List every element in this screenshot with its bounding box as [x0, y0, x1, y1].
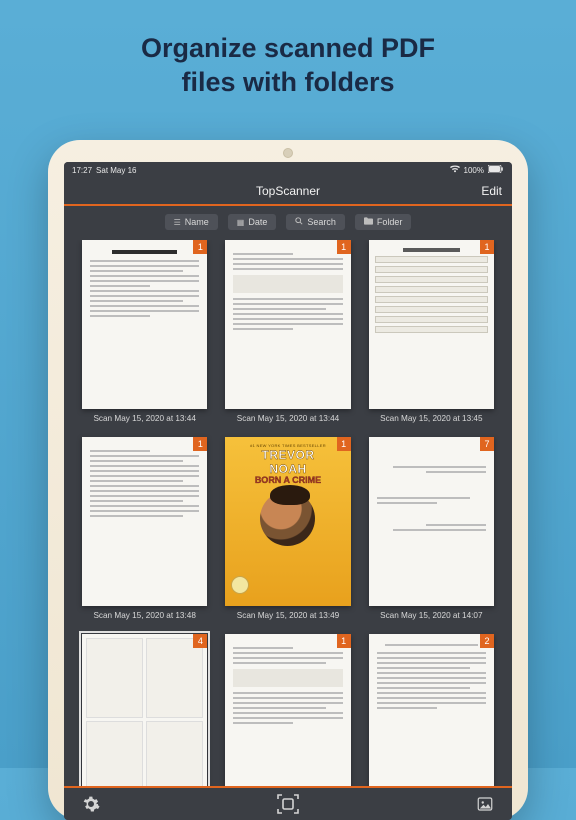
document-item[interactable]: 1 Scan May 15, 2020 at 14:07	[225, 634, 350, 786]
page-count-badge: 1	[337, 634, 351, 648]
page-count-badge: 7	[480, 437, 494, 451]
gear-icon	[82, 795, 100, 813]
page-count-badge: 1	[193, 437, 207, 451]
document-thumbnail: 7	[369, 437, 494, 606]
page-count-badge: 1	[337, 437, 351, 451]
document-thumbnail: 1	[369, 240, 494, 409]
document-thumbnail: #1 NEW YORK TIMES BESTSELLER TREVOR NOAH…	[225, 437, 350, 606]
book-portrait	[260, 491, 315, 546]
document-item[interactable]: #1 NEW YORK TIMES BESTSELLER TREVOR NOAH…	[225, 437, 350, 620]
scan-icon	[275, 791, 301, 817]
document-caption: Scan May 15, 2020 at 14:07	[380, 611, 482, 620]
settings-button[interactable]	[82, 795, 100, 813]
status-bar: 17:27 Sat May 16 100%	[64, 162, 512, 178]
sort-date-label: Date	[248, 217, 267, 227]
document-thumbnail: 4	[82, 634, 207, 786]
filter-bar: ☰ Name ▦ Date Search Folder	[64, 206, 512, 240]
document-thumbnail: 1	[225, 240, 350, 409]
promo-headline-line1: Organize scanned PDF	[0, 32, 576, 66]
sort-date-button[interactable]: ▦ Date	[228, 214, 277, 230]
nav-bar: TopScanner Edit	[64, 178, 512, 206]
page-count-badge: 1	[337, 240, 351, 254]
image-icon	[476, 795, 494, 813]
page-count-badge: 4	[193, 634, 207, 648]
page-count-badge: 1	[480, 240, 494, 254]
status-time: 17:27	[72, 166, 92, 175]
calendar-icon: ▦	[237, 218, 245, 227]
document-thumbnail: 1	[225, 634, 350, 786]
promo-headline: Organize scanned PDF files with folders	[0, 0, 576, 100]
status-date: Sat May 16	[96, 166, 136, 175]
page-count-badge: 2	[480, 634, 494, 648]
document-caption: Scan May 15, 2020 at 13:48	[93, 611, 195, 620]
document-caption: Scan May 15, 2020 at 13:44	[237, 414, 339, 423]
document-item[interactable]: 1 Scan May 15, 2020 at 13:45	[369, 240, 494, 423]
book-title: BORN A CRIME	[255, 476, 321, 485]
document-item[interactable]: 4 Scan May 15, 2020 at 14:07	[82, 634, 207, 786]
list-icon: ☰	[174, 218, 181, 227]
document-thumbnail: 1	[82, 240, 207, 409]
book-medal-icon	[231, 576, 249, 594]
document-item[interactable]: 1 Scan May 15, 2020 at 13:44	[82, 240, 207, 423]
app-title: TopScanner	[256, 184, 320, 198]
battery-icon	[488, 165, 504, 175]
book-author-line2: NOAH	[269, 464, 306, 475]
wifi-icon	[450, 165, 460, 175]
document-item[interactable]: 2 Scan May 15, 2020 at 14:07	[369, 634, 494, 786]
document-thumbnail: 1	[82, 437, 207, 606]
promo-headline-line2: files with folders	[0, 66, 576, 100]
document-caption: Scan May 15, 2020 at 13:49	[237, 611, 339, 620]
device-home-button	[283, 148, 293, 158]
document-caption: Scan May 15, 2020 at 13:45	[380, 414, 482, 423]
documents-grid: 1 Scan May 15, 2020 at 13:44 1 Scan May …	[64, 240, 512, 786]
document-thumbnail: 2	[369, 634, 494, 786]
scan-button[interactable]	[275, 791, 301, 817]
sort-name-label: Name	[185, 217, 209, 227]
folder-label: Folder	[377, 217, 403, 227]
bottom-toolbar	[64, 786, 512, 820]
device-frame: 17:27 Sat May 16 100% TopScanner Edit ☰	[48, 140, 528, 820]
folder-icon	[364, 217, 373, 227]
search-label: Search	[307, 217, 336, 227]
app-screen: 17:27 Sat May 16 100% TopScanner Edit ☰	[64, 162, 512, 820]
gallery-button[interactable]	[476, 795, 494, 813]
page-count-badge: 1	[193, 240, 207, 254]
document-item[interactable]: 7 Scan May 15, 2020 at 14:07	[369, 437, 494, 620]
document-item[interactable]: 1 Scan May 15, 2020 at 13:44	[225, 240, 350, 423]
document-caption: Scan May 15, 2020 at 13:44	[93, 414, 195, 423]
folder-button[interactable]: Folder	[355, 214, 412, 230]
sort-name-button[interactable]: ☰ Name	[165, 214, 218, 230]
status-battery: 100%	[464, 166, 484, 175]
book-author-line1: TREVOR	[261, 450, 314, 461]
document-item[interactable]: 1 Scan May 15, 2020 at 13:48	[82, 437, 207, 620]
search-icon	[295, 217, 303, 227]
search-button[interactable]: Search	[286, 214, 345, 230]
edit-button[interactable]: Edit	[481, 184, 502, 198]
